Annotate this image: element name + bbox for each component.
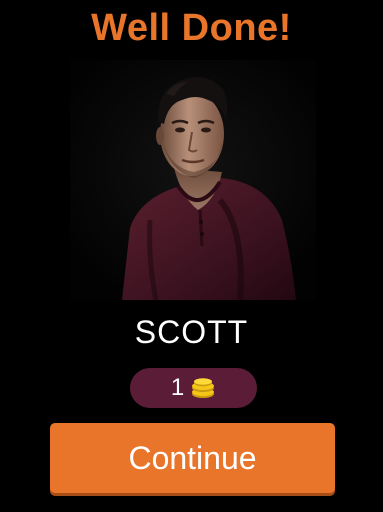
continue-button[interactable]: Continue: [50, 423, 335, 493]
page-title: Well Done!: [91, 7, 292, 49]
reward-badge: 1: [130, 368, 257, 408]
answer-text: SCOTT: [134, 314, 249, 350]
quiz-result-screen: Well Done! SCOTT 1 Continue: [0, 0, 383, 512]
character-photo: [70, 60, 316, 300]
reward-amount: 1: [170, 374, 185, 401]
coin-stack-icon: [190, 377, 216, 399]
